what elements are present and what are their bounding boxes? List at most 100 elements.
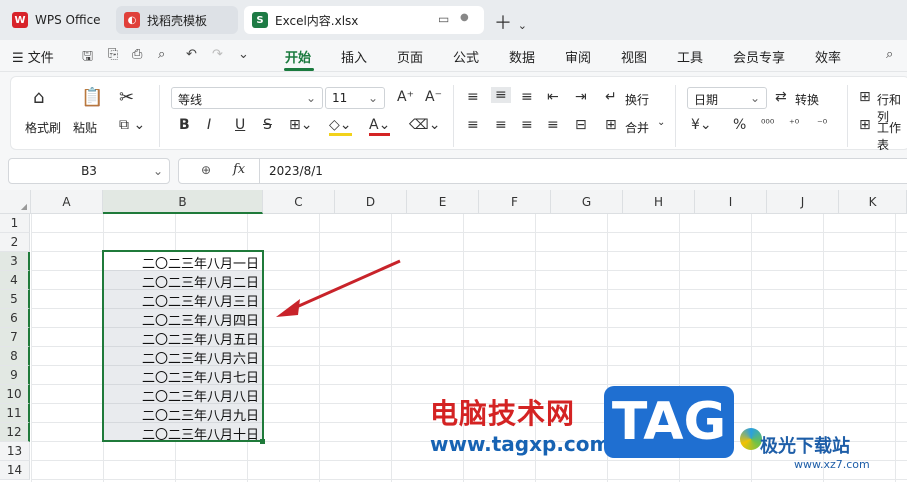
font-color-icon[interactable]: A⌄: [369, 117, 391, 136]
formula-input[interactable]: ⊕ fx 2023/8/1: [178, 158, 907, 184]
menu-view[interactable]: 视图: [621, 47, 647, 66]
align-top-icon[interactable]: ≡: [467, 89, 479, 105]
row-header[interactable]: 7: [0, 328, 30, 347]
menu-tools[interactable]: 工具: [677, 47, 703, 66]
name-box[interactable]: B3 ⌄: [8, 158, 170, 184]
menu-insert[interactable]: 插入: [341, 47, 367, 66]
column-header[interactable]: C: [263, 190, 335, 214]
justify-icon[interactable]: ≡: [547, 117, 559, 133]
zoom-icon[interactable]: ⊕: [201, 163, 211, 177]
menu-data[interactable]: 数据: [509, 47, 535, 66]
indent-increase-icon[interactable]: ⇥: [575, 89, 587, 105]
wrap-icon[interactable]: ↵: [605, 89, 617, 105]
window-icon[interactable]: ▭: [438, 12, 449, 26]
column-header[interactable]: I: [695, 190, 767, 214]
row-header[interactable]: 12: [0, 423, 30, 442]
tab-label: Excel内容.xlsx: [275, 13, 359, 28]
row-header[interactable]: 8: [0, 347, 30, 366]
underline-button[interactable]: U: [235, 117, 245, 133]
row-header[interactable]: 14: [0, 461, 30, 480]
rows-cols-icon[interactable]: ⊞: [859, 89, 871, 105]
menu-formula[interactable]: 公式: [453, 47, 479, 66]
preview-icon[interactable]: ⌕: [158, 47, 165, 62]
column-header[interactable]: F: [479, 190, 551, 214]
merge-button[interactable]: 合并: [625, 119, 649, 136]
menu-member[interactable]: 会员专享: [733, 47, 785, 66]
menu-file[interactable]: ☰ 文件: [12, 47, 54, 66]
select-all-corner[interactable]: ◢: [0, 190, 31, 214]
row-header[interactable]: 2: [0, 233, 30, 252]
column-header[interactable]: J: [767, 190, 839, 214]
row-header[interactable]: 11: [0, 404, 30, 423]
menu-review[interactable]: 审阅: [565, 47, 591, 66]
decimal-decrease-icon[interactable]: ⁻⁰: [817, 117, 827, 130]
number-format-select[interactable]: 日期 ⌄: [687, 87, 767, 109]
column-header[interactable]: G: [551, 190, 623, 214]
share-icon[interactable]: ⎘: [108, 47, 118, 62]
borders-icon[interactable]: ⊞⌄: [289, 117, 312, 133]
row-header[interactable]: 1: [0, 214, 30, 233]
convert-button[interactable]: 转换: [795, 91, 819, 108]
row-header[interactable]: 9: [0, 366, 30, 385]
column-header[interactable]: E: [407, 190, 479, 214]
strikethrough-button[interactable]: S: [263, 117, 272, 133]
tab-wps-office[interactable]: W WPS Office: [4, 6, 108, 34]
row-header[interactable]: 5: [0, 290, 30, 309]
align-center-icon[interactable]: ≡: [495, 117, 507, 133]
tab-docer-templates[interactable]: ◐ 找稻壳模板: [116, 6, 238, 34]
decimal-increase-icon[interactable]: ⁺⁰: [789, 117, 799, 130]
row-header[interactable]: 4: [0, 271, 30, 290]
menu-efficiency[interactable]: 效率: [815, 47, 841, 66]
increase-font-icon[interactable]: A⁺: [397, 89, 414, 105]
font-size-select[interactable]: 11 ⌄: [325, 87, 385, 109]
row-header[interactable]: 3: [0, 252, 30, 271]
new-tab-button[interactable]: ＋ ⌄: [494, 9, 527, 35]
copy-icon[interactable]: ⧉ ⌄: [119, 117, 145, 133]
wrap-text-button[interactable]: 换行: [625, 91, 649, 108]
format-painter-icon[interactable]: ⌂: [33, 87, 44, 108]
column-header[interactable]: B: [103, 190, 263, 214]
paste-button[interactable]: 粘贴: [73, 119, 97, 136]
redo-icon[interactable]: ↷: [212, 47, 223, 62]
decrease-font-icon[interactable]: A⁻: [425, 89, 442, 105]
row-header[interactable]: 13: [0, 442, 30, 461]
currency-button[interactable]: ¥⌄: [691, 117, 712, 133]
column-header[interactable]: K: [839, 190, 907, 214]
column-header[interactable]: D: [335, 190, 407, 214]
undo-icon[interactable]: ↶: [186, 47, 197, 62]
thousands-icon[interactable]: ⁰⁰⁰: [761, 117, 774, 130]
menu-home[interactable]: 开始: [285, 47, 311, 66]
fx-icon[interactable]: fx: [233, 162, 245, 177]
merge-dropdown-icon[interactable]: ⌄: [657, 117, 665, 128]
bold-button[interactable]: B: [179, 117, 190, 133]
print-icon[interactable]: ⎙: [132, 47, 142, 62]
distribute-icon[interactable]: ⊟: [575, 117, 587, 133]
worksheet-button[interactable]: 工作表: [877, 119, 907, 153]
more-dropdown-icon[interactable]: ⌄: [238, 47, 249, 62]
fill-handle[interactable]: [260, 439, 265, 444]
column-header[interactable]: A: [31, 190, 103, 214]
align-right-icon[interactable]: ≡: [521, 117, 533, 133]
row-header[interactable]: 10: [0, 385, 30, 404]
convert-icon[interactable]: ⇄: [775, 89, 787, 105]
format-painter-button[interactable]: 格式刷: [25, 119, 61, 136]
fill-color-icon[interactable]: ◇⌄: [329, 117, 352, 136]
indent-decrease-icon[interactable]: ⇤: [547, 89, 559, 105]
cut-icon[interactable]: ✂: [119, 87, 134, 108]
italic-button[interactable]: I: [207, 117, 211, 133]
align-bottom-icon[interactable]: ≡: [521, 89, 533, 105]
search-icon[interactable]: ⌕: [886, 47, 893, 62]
tab-excel-file[interactable]: S Excel内容.xlsx ▭ ●: [244, 6, 484, 34]
merge-icon[interactable]: ⊞: [605, 117, 617, 133]
percent-button[interactable]: %: [733, 117, 746, 133]
worksheet-icon[interactable]: ⊞: [859, 117, 871, 133]
column-header[interactable]: H: [623, 190, 695, 214]
paste-icon[interactable]: 📋: [81, 87, 103, 108]
save-icon[interactable]: 🖫: [82, 47, 93, 69]
align-middle-icon[interactable]: ≡: [491, 87, 511, 103]
align-left-icon[interactable]: ≡: [467, 117, 479, 133]
font-name-select[interactable]: 等线 ⌄: [171, 87, 323, 109]
menu-page[interactable]: 页面: [397, 47, 423, 66]
row-header[interactable]: 6: [0, 309, 30, 328]
clear-format-icon[interactable]: ⌫⌄: [409, 117, 441, 133]
